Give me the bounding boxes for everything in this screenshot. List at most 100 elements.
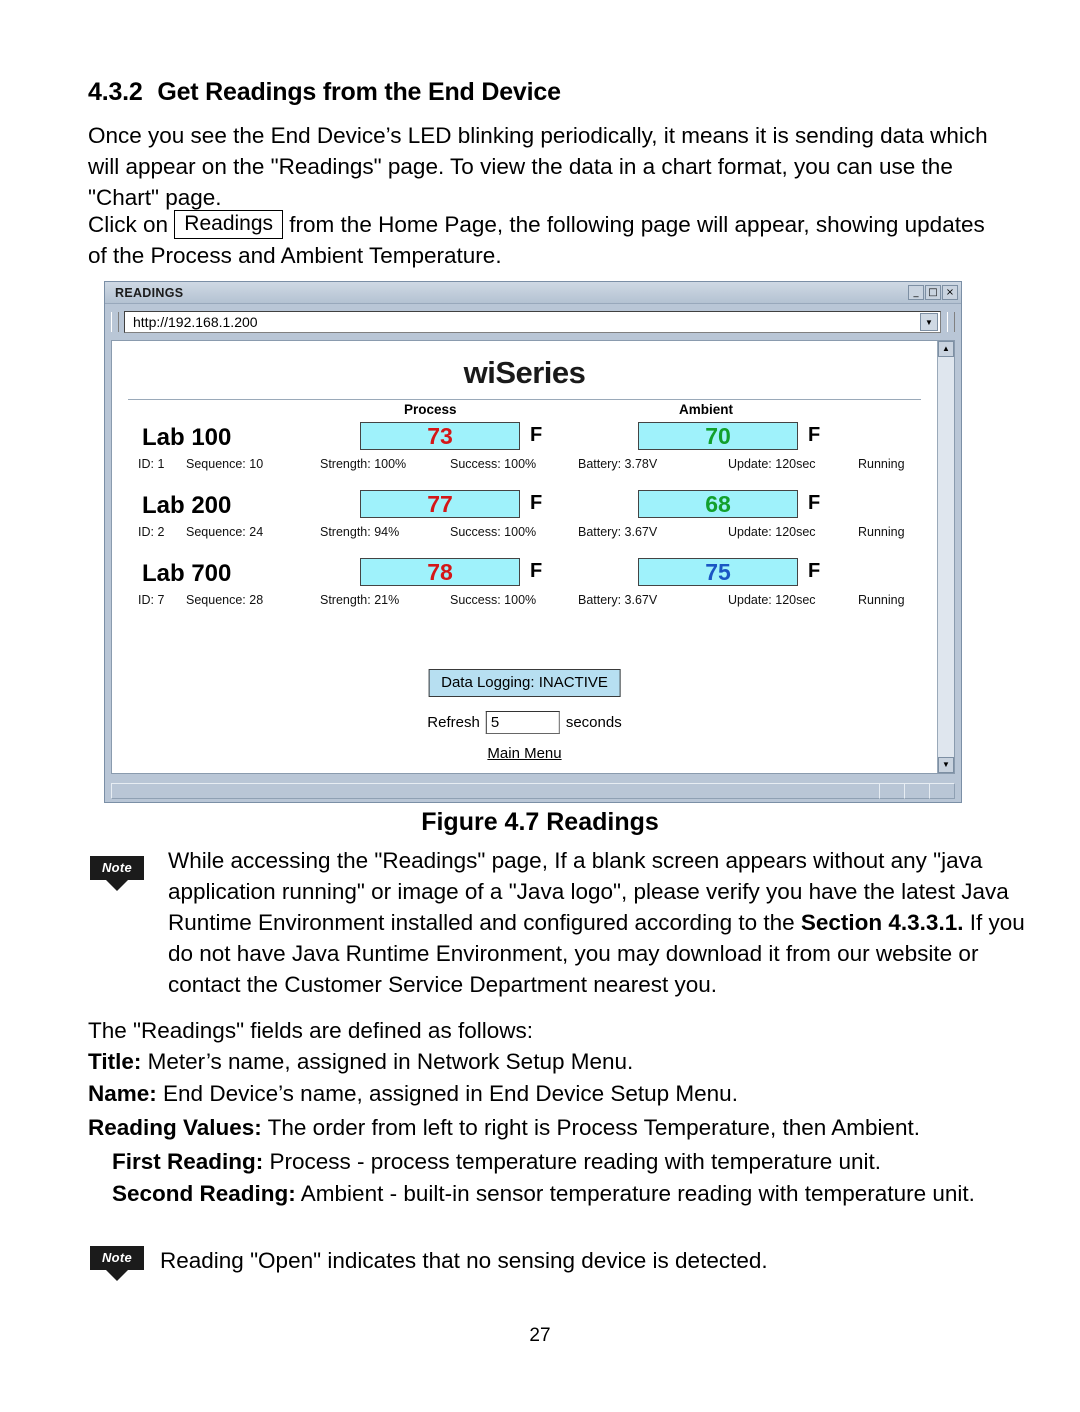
refresh-unit: seconds <box>565 714 622 731</box>
process-value: 73 <box>360 422 520 450</box>
meta-battery: Battery: 3.78V <box>578 457 658 471</box>
meta-battery: Battery: 3.67V <box>578 525 658 539</box>
figure-caption: Figure 4.7 Readings <box>421 808 659 836</box>
definition-title-label: Title: <box>88 1049 142 1074</box>
meta-success: Success: 100% <box>450 593 537 607</box>
close-icon[interactable]: × <box>942 285 958 300</box>
browser-window: READINGS _ □ × http://192.168.1.200 ▼ wi… <box>104 281 962 803</box>
note-2-text: Reading "Open" indicates that no sensing… <box>160 1248 768 1273</box>
meta-update: Update: 120sec <box>728 593 816 607</box>
meta-sequence: Sequence: 24 <box>186 525 264 539</box>
readings-page: wiSeries Process Ambient Lab 100 73 F 70… <box>112 341 937 773</box>
data-logging-button[interactable]: Data Logging: INACTIVE <box>428 669 621 697</box>
maximize-icon[interactable]: □ <box>925 285 941 300</box>
definitions-lead: The "Readings" fields are defined as fol… <box>88 1018 533 1043</box>
vertical-scrollbar[interactable]: ▲ ▼ <box>937 341 954 773</box>
definition-second-label: Second Reading: <box>112 1181 296 1206</box>
url-text[interactable]: http://192.168.1.200 <box>125 314 920 330</box>
ambient-unit: F <box>808 492 821 514</box>
process-value: 77 <box>360 490 520 518</box>
column-header-process: Process <box>404 402 457 417</box>
readings-button-inline[interactable]: Readings <box>174 210 284 239</box>
meta-sequence: Sequence: 10 <box>186 457 264 471</box>
column-header-ambient: Ambient <box>679 402 733 417</box>
definition-title: Title: Meter’s name, assigned in Network… <box>88 1046 1038 1077</box>
definition-values-label: Reading Values: <box>88 1115 262 1140</box>
process-unit: F <box>530 492 543 514</box>
meta-id: ID: 1 <box>138 457 165 471</box>
meta-strength: Strength: 94% <box>320 525 400 539</box>
window-title: READINGS <box>115 285 184 300</box>
meta-id: ID: 7 <box>138 593 165 607</box>
meta-id: ID: 2 <box>138 525 165 539</box>
meta-update: Update: 120sec <box>728 457 816 471</box>
ambient-value: 70 <box>638 422 798 450</box>
meta-battery: Battery: 3.67V <box>578 593 658 607</box>
note-icon: Note <box>90 856 144 891</box>
definition-first-label: First Reading: <box>112 1149 264 1174</box>
ambient-unit: F <box>808 424 821 446</box>
minimize-icon[interactable]: _ <box>908 285 924 300</box>
meta-strength: Strength: 21% <box>320 593 400 607</box>
toolbar-grip[interactable] <box>111 312 119 332</box>
reading-row: Lab 200 77 F 68 F ID: 2 Sequence: 24 Str… <box>126 488 923 556</box>
process-unit: F <box>530 560 543 582</box>
device-name: Lab 100 <box>142 424 232 451</box>
definition-name: Name: End Device’s name, assigned in End… <box>88 1078 1038 1109</box>
document-page: 4.3.2 Get Readings from the End Device O… <box>0 0 1080 1412</box>
address-bar: http://192.168.1.200 ▼ <box>105 304 961 340</box>
refresh-control: Refresh 5 seconds <box>427 711 622 734</box>
scroll-down-icon[interactable]: ▼ <box>938 757 954 773</box>
main-menu-link[interactable]: Main Menu <box>487 745 561 762</box>
window-titlebar: READINGS _ □ × <box>105 282 961 304</box>
ambient-unit: F <box>808 560 821 582</box>
status-bar <box>111 777 955 804</box>
meta-strength: Strength: 100% <box>320 457 407 471</box>
meta-success: Success: 100% <box>450 457 537 471</box>
intro-paragraph: Once you see the End Device’s LED blinki… <box>88 123 988 210</box>
meta-sequence: Sequence: 28 <box>186 593 264 607</box>
meta-status: Running <box>858 593 905 607</box>
refresh-label: Refresh <box>427 714 480 731</box>
section-number: 4.3.2 <box>88 78 143 106</box>
status-bar-cell <box>879 782 905 799</box>
status-bar-cell <box>904 782 930 799</box>
section-title: Get Readings from the End Device <box>157 78 561 106</box>
definition-name-text: End Device’s name, assigned in End Devic… <box>156 1081 738 1106</box>
meta-success: Success: 100% <box>450 525 537 539</box>
toolbar-grip-right[interactable] <box>947 312 955 332</box>
page-number: 27 <box>529 1325 551 1346</box>
note-line-4a: according to the <box>634 910 801 935</box>
window-controls: _ □ × <box>908 285 958 300</box>
chevron-down-icon[interactable]: ▼ <box>920 313 938 331</box>
note-paragraph: While accessing the "Readings" page, If … <box>168 845 1030 1000</box>
brand-title: wiSeries <box>463 355 586 390</box>
definition-values-text: The order from left to right is Process … <box>261 1115 921 1140</box>
status-bar-cell <box>929 782 955 799</box>
device-name: Lab 700 <box>142 560 232 587</box>
refresh-input[interactable]: 5 <box>485 711 560 734</box>
definition-first-reading: First Reading: Process - process tempera… <box>112 1146 1042 1177</box>
note-icon-2: Note <box>90 1246 144 1281</box>
process-unit: F <box>530 424 543 446</box>
note-line-1: While accessing the "Readings" page, If … <box>168 848 885 873</box>
column-headers: Process Ambient <box>126 400 923 420</box>
click-paragraph: Click on Readings from the Home Page, th… <box>88 209 1008 271</box>
status-bar-main <box>111 782 880 799</box>
url-field[interactable]: http://192.168.1.200 ▼ <box>124 311 941 333</box>
page-content: wiSeries Process Ambient Lab 100 73 F 70… <box>111 340 955 774</box>
definition-values: Reading Values: The order from left to r… <box>88 1112 1038 1143</box>
ambient-value: 68 <box>638 490 798 518</box>
meta-status: Running <box>858 457 905 471</box>
definition-second-reading: Second Reading: Ambient - built-in senso… <box>112 1178 1042 1209</box>
section-heading: 4.3.2 Get Readings from the End Device <box>88 78 561 107</box>
reading-row: Lab 100 73 F 70 F ID: 1 Sequence: 10 Str… <box>126 420 923 488</box>
meta-status: Running <box>858 525 905 539</box>
scroll-up-icon[interactable]: ▲ <box>938 341 954 357</box>
ambient-value: 75 <box>638 558 798 586</box>
device-name: Lab 200 <box>142 492 232 519</box>
process-value: 78 <box>360 558 520 586</box>
note-line-6: Customer Service Department nearest you. <box>284 972 718 997</box>
definition-name-label: Name: <box>88 1081 157 1106</box>
definition-second-text: Ambient - built-in sensor temperature re… <box>295 1181 975 1206</box>
